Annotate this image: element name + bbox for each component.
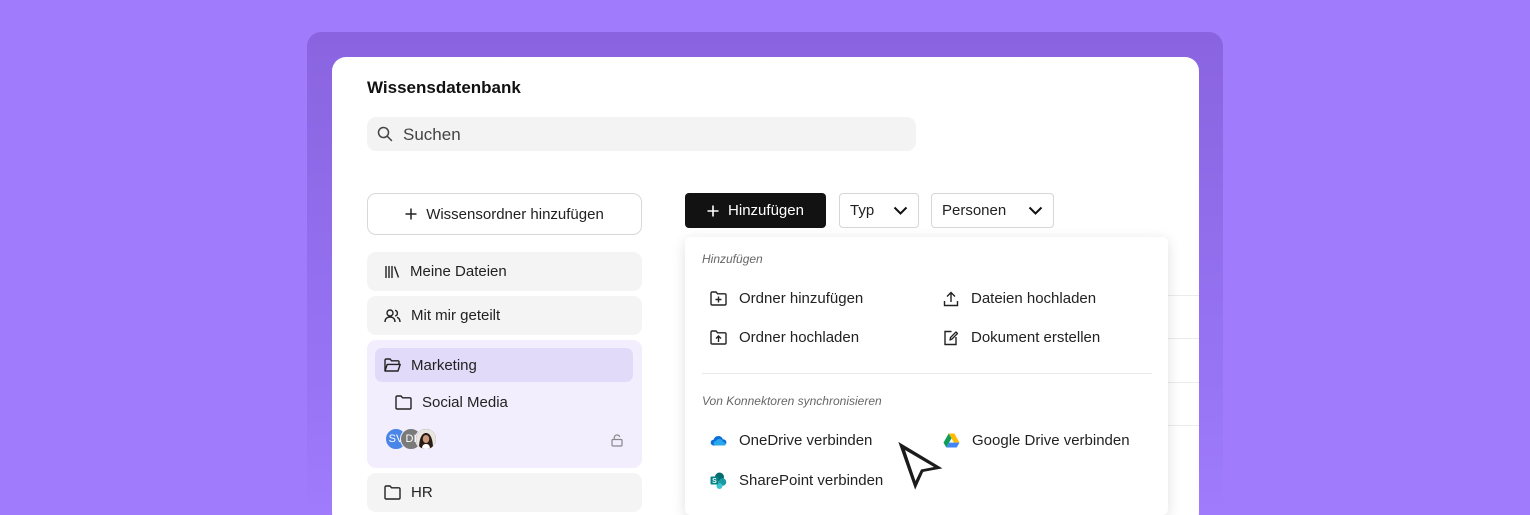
add-button[interactable]: Hinzufügen [685,193,826,228]
menu-item-label: Google Drive verbinden [972,432,1130,449]
users-icon [384,308,401,322]
sidebar-item-hr[interactable]: HR [367,473,642,512]
sidebar-item-label: Meine Dateien [410,263,507,280]
sidebar-item-shared-with-me[interactable]: Mit mir geteilt [367,296,642,335]
menu-item-upload-files[interactable]: Dateien hochladen [943,290,1096,307]
table-row [1168,295,1199,296]
table-row [1168,425,1199,426]
svg-text:S: S [712,478,717,485]
upload-icon [943,291,959,306]
plus-icon [405,208,417,220]
sidebar-item-label: Marketing [411,356,477,374]
people-filter-dropdown[interactable]: Personen [931,193,1054,228]
menu-item-label: Dokument erstellen [971,329,1101,346]
folder-upload-icon [710,330,727,345]
library-icon [385,265,400,278]
plus-icon [707,205,719,216]
folder-icon [384,485,401,500]
menu-divider [702,373,1152,374]
menu-item-create-document[interactable]: Dokument erstellen [943,329,1100,346]
folder-icon [395,394,412,410]
add-button-label: Hinzufügen [728,202,804,219]
people-filter-label: Personen [942,202,1007,219]
knowledge-base-window: Wissensdatenbank Suchen Wissensordner hi… [332,57,1199,515]
search-icon [377,126,393,142]
menu-section-add: Hinzufügen [702,252,763,266]
sidebar-item-my-files[interactable]: Meine Dateien [367,252,642,291]
menu-item-connect-google-drive[interactable]: Google Drive verbinden [943,432,1130,449]
menu-item-label: OneDrive verbinden [739,432,873,449]
lock-icon[interactable] [611,434,623,447]
folder-open-icon [384,357,401,372]
avatar [415,428,437,450]
menu-section-connectors: Von Konnektoren synchronisieren [702,394,882,408]
sidebar-folder-group-marketing: Marketing Social Media SV DI [367,340,642,468]
table-row [1168,338,1199,339]
page-title: Wissensdatenbank [367,78,521,97]
menu-item-connect-sharepoint[interactable]: S SharePoint verbinden [710,472,883,489]
menu-item-label: Ordner hochladen [739,329,860,346]
sidebar-item-label: HR [411,484,433,501]
chevron-down-icon [1028,206,1043,215]
sidebar-item-label: Mit mir geteilt [411,307,501,324]
add-knowledge-folder-button[interactable]: Wissensordner hinzufügen [367,193,642,235]
mouse-cursor-icon [894,437,948,495]
sidebar-item-label: Social Media [422,393,508,411]
member-avatars[interactable]: SV DI [385,428,445,452]
menu-item-add-folder[interactable]: Ordner hinzufügen [710,290,863,307]
document-edit-icon [944,330,959,345]
menu-item-connect-onedrive[interactable]: OneDrive verbinden [710,432,872,449]
menu-item-label: SharePoint verbinden [739,472,884,489]
folder-plus-icon [710,291,727,306]
sidebar-item-social-media[interactable]: Social Media [395,390,508,414]
sidebar-item-marketing[interactable]: Marketing [375,348,633,382]
search-input[interactable]: Suchen [367,117,916,151]
menu-item-upload-folder[interactable]: Ordner hochladen [710,329,859,346]
add-knowledge-folder-label: Wissensordner hinzufügen [426,205,604,223]
type-filter-dropdown[interactable]: Typ [839,193,919,228]
type-filter-label: Typ [850,202,875,219]
sharepoint-icon: S [710,472,727,489]
onedrive-icon [710,436,727,446]
menu-item-label: Dateien hochladen [971,290,1097,307]
person-photo-icon [416,429,436,449]
search-placeholder: Suchen [403,125,461,144]
menu-item-label: Ordner hinzufügen [739,290,864,307]
chevron-down-icon [893,206,908,215]
table-row [1168,382,1199,383]
